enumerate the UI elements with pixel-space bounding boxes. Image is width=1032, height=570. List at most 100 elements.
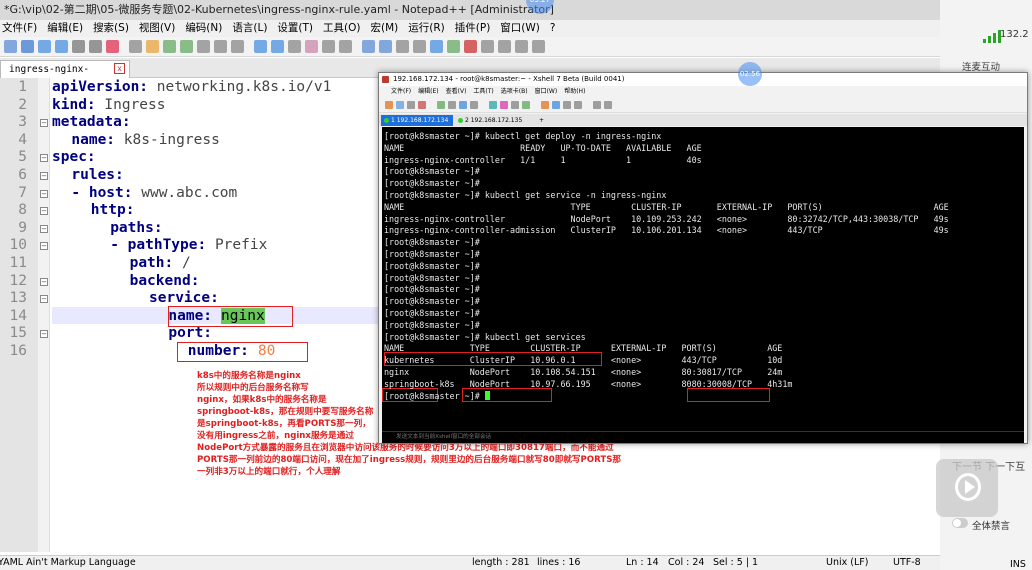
paste-icon[interactable] bbox=[163, 40, 176, 53]
color-icon[interactable] bbox=[500, 101, 508, 109]
menu-item[interactable]: 搜索(S) bbox=[93, 20, 129, 37]
sync-icon[interactable] bbox=[288, 40, 301, 53]
mute-all-toggle[interactable] bbox=[952, 518, 968, 528]
reconnect-icon[interactable] bbox=[407, 101, 415, 109]
zoom-out-icon[interactable] bbox=[271, 40, 284, 53]
play-macro-icon[interactable] bbox=[464, 40, 477, 53]
menu-item[interactable]: 文件(F) bbox=[2, 20, 37, 37]
undo-icon[interactable] bbox=[180, 40, 193, 53]
menu-item[interactable]: 设置(T) bbox=[277, 20, 313, 37]
monitor-icon[interactable] bbox=[413, 40, 426, 53]
properties-icon[interactable] bbox=[437, 101, 445, 109]
zoom-in-icon[interactable] bbox=[254, 40, 267, 53]
send-to-all-bar[interactable]: 发送文本到当前Xshell窗口的全部会话 bbox=[382, 431, 1024, 443]
xshell-menu-item[interactable]: 工具(T) bbox=[473, 86, 493, 97]
function-list-icon[interactable] bbox=[379, 40, 392, 53]
fold-toggle-icon[interactable]: − bbox=[40, 277, 48, 286]
fold-toggle-icon[interactable]: − bbox=[40, 242, 48, 251]
replace-icon[interactable] bbox=[231, 40, 244, 53]
layout-icon[interactable] bbox=[593, 101, 601, 109]
code-line[interactable]: 2 kind: Ingress bbox=[0, 97, 380, 115]
lock-icon[interactable] bbox=[563, 101, 571, 109]
help-icon[interactable] bbox=[604, 101, 612, 109]
record-icon[interactable] bbox=[430, 40, 443, 53]
mic-interaction-button[interactable]: 连麦互动 bbox=[962, 59, 1000, 73]
doc-map-icon[interactable] bbox=[362, 40, 375, 53]
file-tab[interactable]: ingress-nginx-rule.yaml x bbox=[0, 60, 130, 92]
close-all-icon[interactable] bbox=[89, 40, 102, 53]
fold-toggle-icon[interactable]: − bbox=[40, 295, 48, 304]
new-tab-button[interactable]: + bbox=[535, 115, 548, 126]
disconnect-icon[interactable] bbox=[418, 101, 426, 109]
save-icon[interactable] bbox=[38, 40, 51, 53]
fold-toggle-icon[interactable]: − bbox=[40, 119, 48, 128]
code-line[interactable]: 8 http: bbox=[0, 202, 380, 220]
fold-toggle-icon[interactable]: − bbox=[40, 189, 48, 198]
xshell-menu-item[interactable]: 帮助(H) bbox=[564, 86, 585, 97]
open-file-icon[interactable] bbox=[21, 40, 34, 53]
play-button[interactable] bbox=[936, 459, 998, 517]
menu-item[interactable]: 视图(V) bbox=[139, 20, 175, 37]
code-line[interactable]: 10 - pathType: Prefix bbox=[0, 237, 380, 255]
fold-toggle-icon[interactable]: − bbox=[40, 224, 48, 233]
code-line[interactable]: 15 port: bbox=[0, 325, 380, 343]
new-file-icon[interactable] bbox=[4, 40, 17, 53]
code-line[interactable]: 11 path: / bbox=[0, 255, 380, 273]
session-tab-2[interactable]: 2 192.168.172.135 bbox=[455, 115, 531, 126]
script-icon[interactable] bbox=[552, 101, 560, 109]
font-icon[interactable] bbox=[511, 101, 519, 109]
fold-toggle-icon[interactable]: − bbox=[40, 330, 48, 339]
save-macro-icon[interactable] bbox=[498, 40, 511, 53]
close-icon[interactable] bbox=[72, 40, 85, 53]
menu-item[interactable]: 插件(P) bbox=[455, 20, 491, 37]
paste-icon[interactable] bbox=[459, 101, 467, 109]
code-line[interactable]: 5 spec: bbox=[0, 149, 380, 167]
code-line[interactable]: 6 rules: bbox=[0, 167, 380, 185]
transfer-icon[interactable] bbox=[522, 101, 530, 109]
menu-item[interactable]: 工具(O) bbox=[323, 20, 360, 37]
folder-icon[interactable] bbox=[396, 40, 409, 53]
new-session-icon[interactable] bbox=[385, 101, 393, 109]
fold-toggle-icon[interactable]: − bbox=[40, 207, 48, 216]
close-tab-icon[interactable]: x bbox=[114, 63, 125, 74]
code-line[interactable]: 1 apiVersion: networking.k8s.io/v1 bbox=[0, 79, 380, 97]
code-line[interactable]: 7 - host: www.abc.com bbox=[0, 185, 380, 203]
redo-icon[interactable] bbox=[197, 40, 210, 53]
show-all-icon[interactable] bbox=[339, 40, 352, 53]
menu-item[interactable]: 编码(N) bbox=[185, 20, 222, 37]
cut-icon[interactable] bbox=[129, 40, 142, 53]
menu-item[interactable]: 运行(R) bbox=[408, 20, 445, 37]
stop-icon[interactable] bbox=[447, 40, 460, 53]
open-session-icon[interactable] bbox=[396, 101, 404, 109]
code-line[interactable]: 3 metadata: bbox=[0, 114, 380, 132]
menu-item[interactable]: 语言(L) bbox=[232, 20, 267, 37]
fold-toggle-icon[interactable]: − bbox=[40, 154, 48, 163]
session-tab-1[interactable]: 1 192.168.172.134 bbox=[381, 115, 453, 126]
print-icon[interactable] bbox=[489, 101, 497, 109]
misc-icon[interactable] bbox=[532, 40, 545, 53]
xshell-menu-item[interactable]: 选项卡(B) bbox=[501, 86, 528, 97]
code-line[interactable]: 4 name: k8s-ingress bbox=[0, 132, 380, 150]
xshell-menu-item[interactable]: 编辑(E) bbox=[418, 86, 438, 97]
fold-toggle-icon[interactable]: − bbox=[40, 172, 48, 180]
xshell-menu-item[interactable]: 窗口(W) bbox=[535, 86, 558, 97]
xshell-menu-item[interactable]: 查看(V) bbox=[446, 86, 467, 97]
fullscreen-icon[interactable] bbox=[574, 101, 582, 109]
menu-item[interactable]: ? bbox=[550, 20, 556, 37]
code-line[interactable]: 12 backend: bbox=[0, 273, 380, 291]
wrap-icon[interactable] bbox=[305, 40, 318, 53]
find-icon[interactable] bbox=[470, 101, 478, 109]
menu-item[interactable]: 编辑(E) bbox=[47, 20, 83, 37]
spell-icon[interactable] bbox=[515, 40, 528, 53]
menu-item[interactable]: 窗口(W) bbox=[500, 20, 540, 37]
save-all-icon[interactable] bbox=[55, 40, 68, 53]
terminal-output[interactable]: [root@k8smaster ~]# kubectl get deploy -… bbox=[382, 127, 1024, 431]
run-macro-icon[interactable] bbox=[481, 40, 494, 53]
code-line[interactable]: 9 paths: bbox=[0, 220, 380, 238]
menu-item[interactable]: 宏(M) bbox=[371, 20, 399, 37]
indent-icon[interactable] bbox=[322, 40, 335, 53]
xshell-menu-item[interactable]: 文件(F) bbox=[391, 86, 411, 97]
print-icon[interactable] bbox=[106, 40, 119, 53]
find-icon[interactable] bbox=[214, 40, 227, 53]
copy-icon[interactable] bbox=[146, 40, 159, 53]
